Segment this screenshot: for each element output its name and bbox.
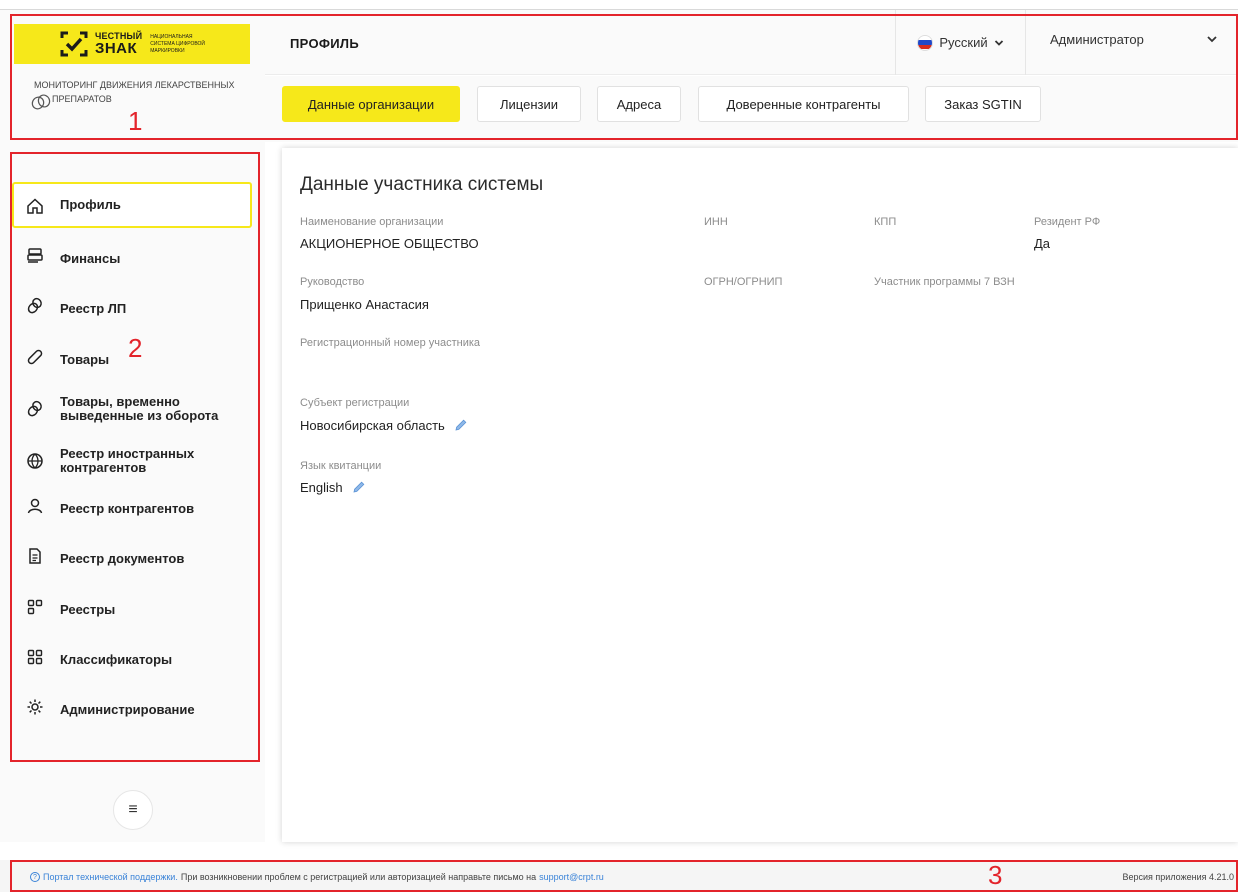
- edit-pencil-icon[interactable]: [454, 418, 468, 432]
- sidebar-item-label: Реестр документов: [60, 551, 185, 566]
- annotation-number: 1: [128, 106, 143, 136]
- logo-sub-line: НАЦИОНАЛЬНАЯ: [150, 33, 193, 40]
- field-label-inn: ИНН: [704, 216, 728, 228]
- edit-pencil-icon[interactable]: [352, 480, 366, 494]
- sidebar-item-label: Реестр ЛП: [60, 301, 127, 316]
- tab-sgtin-order[interactable]: Заказ SGTIN: [925, 86, 1041, 122]
- app-version: Версия приложения 4.21.0: [1122, 872, 1235, 882]
- pills-icon: [27, 297, 42, 314]
- field-label-kpp: КПП: [874, 216, 897, 228]
- field-value-receipt-lang-row: English: [300, 480, 366, 495]
- page-title: ПРОФИЛЬ: [290, 36, 359, 51]
- logo-sub-line: СИСТЕМА ЦИФРОВОЙ: [150, 40, 206, 47]
- participant-data-card: Данные участника системы Наименование ор…: [282, 148, 1238, 842]
- wallet-icon: [27, 248, 43, 263]
- chevron-down-icon[interactable]: [1205, 32, 1219, 46]
- field-label-management: Руководство: [300, 276, 365, 288]
- sidebar-item-profile[interactable]: Профиль: [12, 182, 252, 228]
- user-menu-label[interactable]: Администратор: [1050, 32, 1144, 47]
- sidebar-item-label: Реестры: [60, 602, 116, 617]
- language-label: Русский: [939, 35, 988, 50]
- sidebar-item-foreign-contractors[interactable]: Реестр иностранных контрагентов: [12, 438, 252, 484]
- tab-licenses[interactable]: Лицензии: [477, 86, 581, 122]
- collapse-menu-button[interactable]: ≡: [113, 790, 153, 830]
- tab-addresses[interactable]: Адреса: [597, 86, 681, 122]
- tabs-bar: Данные организации Лицензии Адреса Довер…: [265, 76, 1238, 142]
- sidebar: Профиль Финансы Реестр ЛП Товары Товары,…: [0, 142, 265, 842]
- section-title: Данные участника системы: [300, 174, 544, 195]
- field-label-program: Участник программы 7 ВЗН: [874, 276, 1015, 288]
- capsule-icon: [27, 349, 43, 365]
- field-label-resident: Резидент РФ: [1034, 216, 1101, 228]
- logo-check-icon: [60, 31, 88, 57]
- field-value-org-name: АКЦИОНЕРНОЕ ОБЩЕСТВО: [300, 236, 479, 251]
- document-icon: [29, 548, 41, 564]
- field-label-receipt-lang: Язык квитанции: [300, 460, 382, 472]
- sidebar-item-label: Профиль: [60, 197, 121, 212]
- field-value-region: Новосибирская область: [300, 418, 445, 433]
- sidebar-item-label: Администрирование: [60, 702, 195, 717]
- logo-sub-line: МАРКИРОВКИ: [150, 47, 185, 54]
- help-icon: ?: [30, 872, 40, 882]
- globe-icon: [27, 453, 43, 469]
- footer: ? Портал технической поддержки. При возн…: [0, 860, 1238, 892]
- tab-trusted-contractors[interactable]: Доверенные контрагенты: [698, 86, 909, 122]
- footer-support: ? Портал технической поддержки. При возн…: [30, 872, 604, 882]
- sidebar-item-label: Классификаторы: [60, 652, 173, 667]
- field-label-org-name: Наименование организации: [300, 216, 444, 228]
- sidebar-item-label: Товары: [60, 352, 110, 367]
- chevron-down-icon: [994, 39, 1003, 46]
- product-name: МОНИТОРИНГ ДВИЖЕНИЯ ЛЕКАРСТВЕННЫХ ПРЕПАР…: [34, 80, 235, 104]
- header-bar: ПРОФИЛЬ Русский Администратор: [265, 10, 1238, 75]
- field-value-management: Прищенко Анастасия: [300, 297, 429, 312]
- russian-flag-icon: [917, 34, 934, 51]
- logo[interactable]: ЧЕСТНЫЙ ЗНАК НАЦИОНАЛЬНАЯ СИСТЕМА ЦИФРОВ…: [14, 24, 250, 64]
- sidebar-item-withdrawn-goods[interactable]: Товары, временно выведенные из оборота: [12, 386, 252, 432]
- sidebar-item-registries[interactable]: Реестры: [12, 588, 252, 632]
- registry-icon: [27, 599, 43, 615]
- tab-organization-data[interactable]: Данные организации: [282, 86, 460, 122]
- sidebar-item-label: Товары, временно выведенные из оборота: [60, 394, 219, 423]
- support-portal-link[interactable]: Портал технической поддержки.: [43, 872, 178, 882]
- field-value-resident: Да: [1034, 236, 1051, 251]
- sidebar-item-finance[interactable]: Финансы: [12, 237, 252, 281]
- field-label-region: Субъект регистрации: [300, 397, 410, 409]
- home-icon: [27, 198, 43, 214]
- sidebar-item-label: Реестр контрагентов: [60, 501, 195, 516]
- user-icon: [27, 498, 43, 514]
- annotation-number: 2: [128, 333, 143, 363]
- sidebar-item-label: Реестр иностранных контрагентов: [60, 446, 195, 475]
- grid-icon: [27, 649, 43, 665]
- gear-icon: [27, 699, 43, 715]
- pills-icon: [27, 400, 42, 417]
- sidebar-item-label: Финансы: [60, 251, 121, 266]
- annotation-number: 3: [988, 860, 1003, 890]
- field-value-receipt-lang: English: [300, 480, 343, 495]
- logo-word-2: ЗНАК: [94, 40, 138, 57]
- support-email-link[interactable]: support@crpt.ru: [539, 872, 604, 882]
- sidebar-item-contractors[interactable]: Реестр контрагентов: [12, 487, 252, 531]
- field-value-region-row: Новосибирская область: [300, 418, 468, 433]
- sidebar-item-drug-registry[interactable]: Реестр ЛП: [12, 287, 252, 331]
- sidebar-item-administration[interactable]: Администрирование: [12, 688, 252, 732]
- language-selector[interactable]: Русский: [895, 10, 1026, 75]
- support-text: При возникновении проблем с регистрацией…: [180, 872, 537, 882]
- field-label-ogrn: ОГРН/ОГРНИП: [704, 276, 783, 288]
- sidebar-item-classifiers[interactable]: Классификаторы: [12, 638, 252, 682]
- sidebar-item-documents[interactable]: Реестр документов: [12, 537, 252, 581]
- field-label-reg-number: Регистрационный номер участника: [300, 337, 481, 349]
